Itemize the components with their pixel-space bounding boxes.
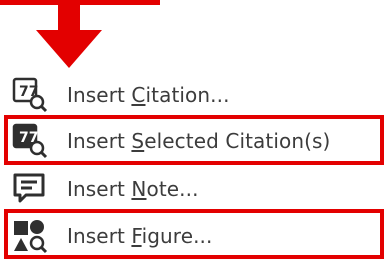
insert-citation-icon: 77 bbox=[12, 77, 48, 113]
menu-item-label: Insert Note... bbox=[67, 177, 199, 201]
annotation-arrow bbox=[0, 0, 160, 68]
insert-note-icon bbox=[12, 171, 48, 207]
insert-figure-icon bbox=[12, 218, 48, 254]
insert-selected-citation-icon: 77 bbox=[12, 123, 48, 159]
menu-item-insert-note[interactable]: Insert Note... bbox=[0, 166, 388, 212]
menu-item-insert-figure[interactable]: Insert Figure... bbox=[0, 213, 388, 259]
menu-item-insert-citation[interactable]: 77 Insert Citation... bbox=[0, 72, 388, 118]
insert-menu: 77 Insert Citation... 77 Insert Selected… bbox=[0, 68, 388, 260]
menu-item-label: Insert Citation... bbox=[67, 83, 230, 107]
menu-item-label: Insert Figure... bbox=[67, 224, 213, 248]
menu-item-insert-selected-citations[interactable]: 77 Insert Selected Citation(s) bbox=[0, 118, 388, 164]
menu-item-label: Insert Selected Citation(s) bbox=[67, 129, 331, 153]
page: 77 Insert Citation... 77 Insert Selected… bbox=[0, 0, 388, 260]
